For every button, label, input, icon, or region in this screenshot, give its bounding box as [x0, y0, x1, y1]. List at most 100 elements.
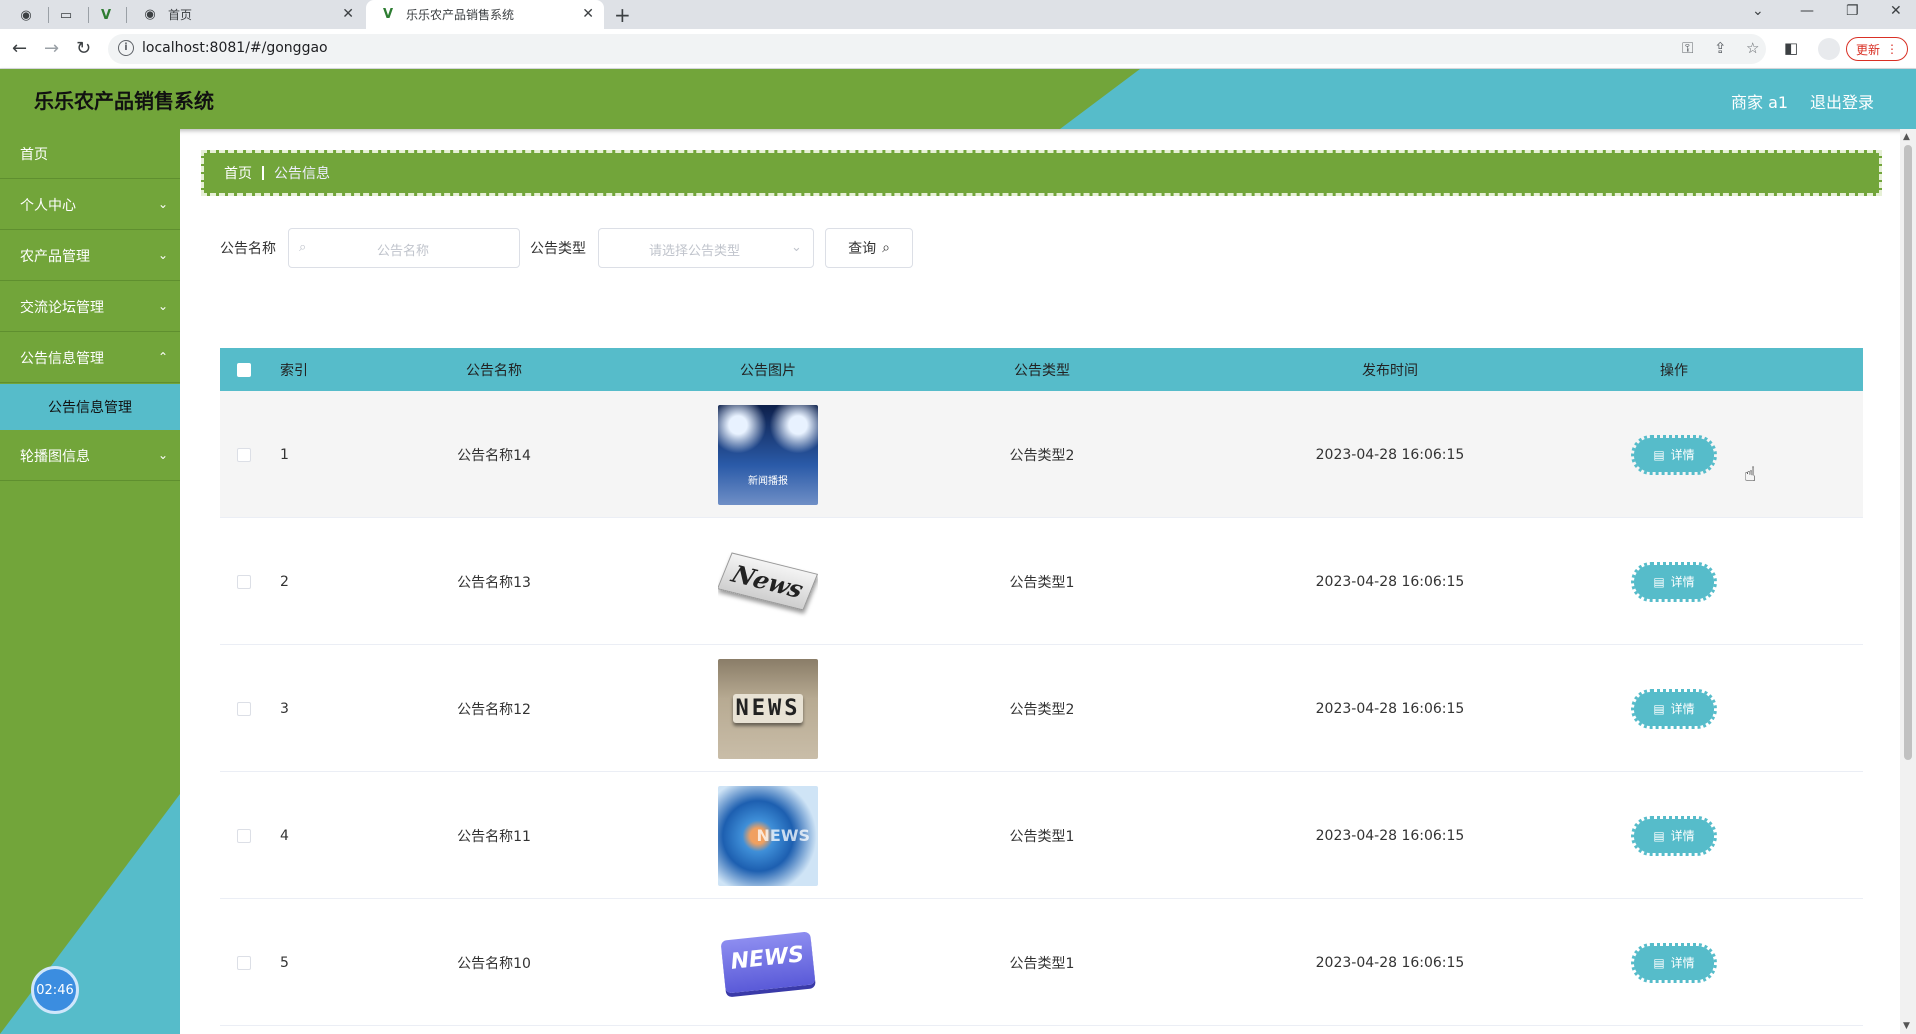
table-row[interactable]: 4 公告名称11 NEWS 公告类型1 2023-04-28 16:06:15 … — [220, 772, 1863, 899]
name-cell: 公告名称14 — [457, 447, 531, 464]
url-omnibox[interactable]: i localhost:8081/#/gonggao ⚿ ⇪ ☆ — [108, 34, 1766, 64]
blank-page-icon[interactable]: ▭ — [56, 5, 76, 25]
type-cell: 公告类型2 — [1009, 701, 1075, 718]
select-all-checkbox[interactable] — [237, 362, 251, 377]
row-select-cell — [220, 391, 268, 518]
search-icon: ⌕ — [882, 240, 890, 256]
document-icon: ▤ — [1653, 955, 1665, 970]
query-button-label: 查询 — [848, 241, 877, 257]
update-button[interactable]: 更新 ⋮ — [1846, 37, 1908, 61]
name-cell: 公告名称11 — [457, 828, 531, 845]
index-cell: 3 — [280, 700, 289, 717]
chevron-down-icon: ⌄ — [157, 197, 168, 211]
new-tab-icon[interactable]: + — [614, 3, 631, 27]
browser-tab-app[interactable]: V 乐乐农产品销售系统 ✕ — [366, 0, 604, 29]
detail-button[interactable]: ▤ 详情 — [1631, 815, 1717, 856]
row-select-cell — [220, 645, 268, 772]
restore-icon[interactable]: ❐ — [1846, 3, 1859, 19]
sidebar-item-label: 轮播图信息 — [20, 448, 90, 465]
name-search-placeholder: 公告名称 — [377, 244, 430, 259]
row-checkbox[interactable] — [237, 828, 251, 843]
query-button[interactable]: 查询 ⌕ — [825, 228, 913, 268]
detail-button[interactable]: ▤ 详情 — [1631, 942, 1717, 983]
announcement-image: NEWS — [718, 912, 818, 1013]
minimize-icon[interactable]: — — [1800, 3, 1814, 19]
scrollbar-thumb[interactable] — [1904, 145, 1912, 760]
sidebar-item-label: 交流论坛管理 — [20, 299, 104, 316]
breadcrumb-separator — [262, 166, 264, 180]
column-header-name: 公告名称 — [466, 362, 522, 379]
sidebar-item-personal-center[interactable]: 个人中心 ⌄ — [0, 180, 180, 230]
scroll-down-icon[interactable]: ▼ — [1903, 1021, 1910, 1031]
time-cell: 2023-04-28 16:06:15 — [1315, 700, 1465, 717]
chevron-up-icon: ⌃ — [157, 350, 168, 364]
row-select-cell — [220, 899, 268, 1026]
reload-icon[interactable]: ↻ — [76, 38, 91, 59]
type-select[interactable]: 请选择公告类型 ⌄ — [598, 228, 814, 268]
chevron-down-icon: ⌄ — [157, 448, 168, 462]
image-caption: NEWS — [720, 931, 816, 994]
close-icon[interactable]: ✕ — [342, 6, 354, 22]
detail-button[interactable]: ▤ 详情 — [1631, 561, 1717, 602]
row-checkbox[interactable] — [237, 701, 251, 716]
chevron-down-icon[interactable]: ⌄ — [1752, 3, 1764, 19]
sidebar-item-label: 首页 — [20, 146, 48, 163]
sidebar-item-home[interactable]: 首页 — [0, 129, 180, 179]
sidebar-subitem-label: 公告信息管理 — [48, 400, 132, 416]
sidebar-item-label: 公告信息管理 — [20, 350, 104, 367]
table-row[interactable]: 1 公告名称14 新闻播报 公告类型2 2023-04-28 16:06:15 … — [220, 391, 1863, 518]
page-scrollbar[interactable]: ▲ ▼ — [1900, 129, 1916, 1034]
announcement-image: News — [718, 531, 818, 632]
name-search-input[interactable]: ⌕ 公告名称 — [288, 228, 520, 268]
globe-icon[interactable]: ◉ — [16, 5, 36, 25]
actions-cell: ▤ 详情 — [1624, 772, 1724, 899]
info-icon[interactable]: i — [118, 40, 134, 56]
row-select-cell — [220, 772, 268, 899]
index-cell: 2 — [280, 573, 289, 590]
browser-tab-home[interactable]: ◉ 首页 ✕ — [128, 0, 364, 29]
forward-icon[interactable]: → — [44, 38, 59, 59]
table-row[interactable]: 2 公告名称13 News 公告类型1 2023-04-28 16:06:15 … — [220, 518, 1863, 645]
close-window-icon[interactable]: ✕ — [1890, 3, 1902, 19]
close-icon[interactable]: ✕ — [582, 6, 594, 22]
breadcrumb-home[interactable]: 首页 — [224, 163, 252, 183]
detail-button-label: 详情 — [1670, 448, 1695, 462]
vue-logo-icon[interactable]: V — [96, 5, 116, 25]
sidebar-item-products[interactable]: 农产品管理 ⌄ — [0, 231, 180, 281]
select-all-cell — [220, 348, 268, 391]
document-icon: ▤ — [1653, 828, 1665, 843]
image-cell: NEWS — [668, 645, 868, 772]
type-select-placeholder: 请选择公告类型 — [649, 244, 741, 259]
clock-widget[interactable]: 02:46 — [31, 966, 79, 1014]
app-header: 乐乐农产品销售系统 商家 a1 退出登录 — [0, 69, 1916, 129]
table-row[interactable]: 5 公告名称10 NEWS 公告类型1 2023-04-28 16:06:15 … — [220, 899, 1863, 1026]
share-icon[interactable]: ⇪ — [1714, 39, 1727, 57]
sidebar-item-announcements[interactable]: 公告信息管理 ⌃ — [0, 333, 180, 383]
sidebar-decoration — [0, 794, 180, 1034]
sidebar-item-carousel[interactable]: 轮播图信息 ⌄ — [0, 431, 180, 481]
search-icon: ⌕ — [299, 240, 307, 255]
side-panel-icon[interactable]: ◧ — [1784, 39, 1798, 57]
hand-cursor-icon: ☝ — [1744, 462, 1757, 486]
detail-button[interactable]: ▤ 详情 — [1631, 434, 1717, 475]
detail-button-label: 详情 — [1670, 956, 1695, 970]
sidebar: 首页 个人中心 ⌄ 农产品管理 ⌄ 交流论坛管理 ⌄ 公告信息管理 ⌃ 公告信息… — [0, 129, 180, 1034]
table-row[interactable]: 3 公告名称12 NEWS 公告类型2 2023-04-28 16:06:15 … — [220, 645, 1863, 772]
row-checkbox[interactable] — [237, 955, 251, 970]
actions-cell: ▤ 详情 — [1624, 518, 1724, 645]
scroll-up-icon[interactable]: ▲ — [1903, 132, 1910, 142]
profile-icon[interactable] — [1818, 38, 1840, 60]
document-icon: ▤ — [1653, 701, 1665, 716]
row-checkbox[interactable] — [237, 574, 251, 589]
row-checkbox[interactable] — [237, 447, 251, 462]
name-cell: 公告名称13 — [457, 574, 531, 591]
tab-separator — [126, 7, 127, 23]
logout-button[interactable]: 退出登录 — [1810, 89, 1874, 113]
star-icon[interactable]: ☆ — [1746, 39, 1759, 57]
back-icon[interactable]: ← — [12, 38, 27, 59]
detail-button[interactable]: ▤ 详情 — [1631, 688, 1717, 729]
sidebar-subitem-announcement-management[interactable]: 公告信息管理 — [0, 384, 180, 430]
url-text[interactable]: localhost:8081/#/gonggao — [142, 40, 328, 56]
key-icon[interactable]: ⚿ — [1682, 39, 1693, 57]
sidebar-item-forum[interactable]: 交流论坛管理 ⌄ — [0, 282, 180, 332]
